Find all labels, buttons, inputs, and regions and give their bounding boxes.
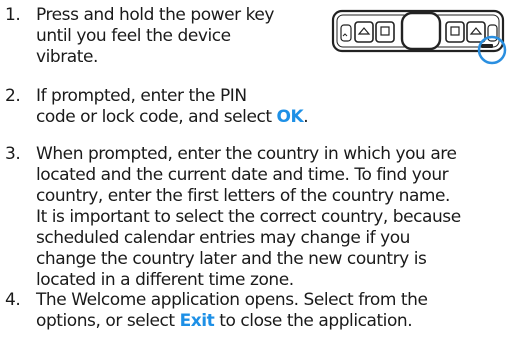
step-1-line-2: until you feel the device xyxy=(36,26,231,46)
exit-keyword: Exit xyxy=(179,311,215,331)
step-2-number: 2. xyxy=(5,86,21,106)
step-3-number: 3. xyxy=(5,144,21,164)
step-2-line-2: code or lock code, and select OK. xyxy=(36,107,309,128)
step-4-line-2-text: options, or select xyxy=(36,311,180,331)
device-top-keys-illustration xyxy=(331,9,507,65)
step-3-line-4: It is important to select the correct co… xyxy=(36,207,461,227)
step-4-line-2-end: to close the application. xyxy=(214,311,413,331)
step-4-number: 4. xyxy=(5,290,21,310)
step-4-text: The Welcome application opens. Select fr… xyxy=(36,290,428,332)
ok-keyword: OK xyxy=(276,107,304,127)
step-4-line-1: The Welcome application opens. Select fr… xyxy=(36,290,428,310)
step-1-text: Press and hold the power key until you f… xyxy=(36,5,274,68)
step-2-line-2-end: . xyxy=(303,107,309,127)
step-3-line-2: located and the current date and time. T… xyxy=(36,165,449,185)
step-4-line-2: options, or select Exit to close the app… xyxy=(36,311,427,332)
step-3-line-5: scheduled calendar entries may change if… xyxy=(36,228,410,248)
step-2-line-2-text: code or lock code, and select xyxy=(36,107,277,127)
step-3-text: When prompted, enter the country in whic… xyxy=(36,144,461,291)
step-3-line-3: country, enter the first letters of the … xyxy=(36,186,450,206)
step-3-line-6: change the country later and the new cou… xyxy=(36,249,427,269)
step-2-text: If prompted, enter the PIN code or lock … xyxy=(36,86,309,128)
step-1-line-3: vibrate. xyxy=(36,47,98,67)
step-3-line-7: located in a different time zone. xyxy=(36,270,294,290)
step-1-number: 1. xyxy=(5,5,21,25)
step-3-line-1: When prompted, enter the country in whic… xyxy=(36,144,457,164)
step-1-line-1: Press and hold the power key xyxy=(36,5,275,25)
step-2-line-1: If prompted, enter the PIN xyxy=(36,86,247,106)
